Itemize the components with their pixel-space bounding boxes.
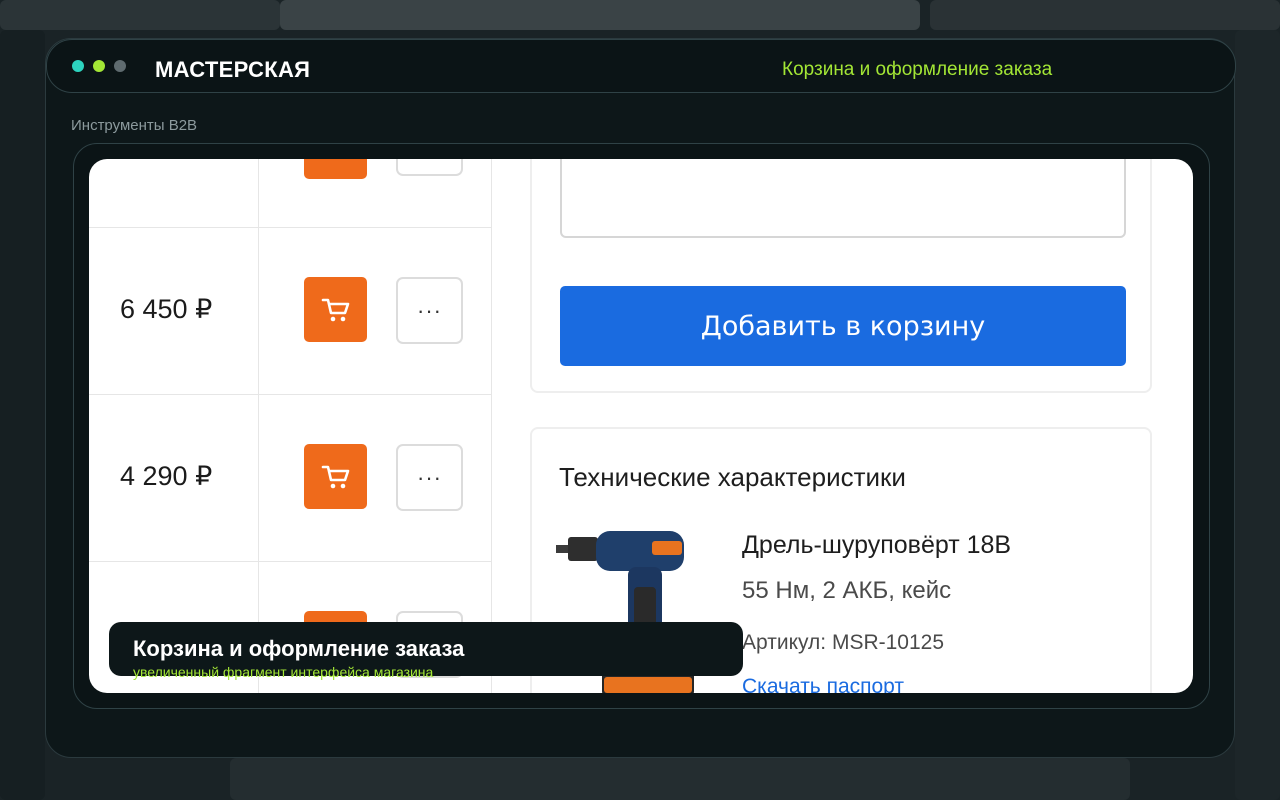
- section-label: Инструменты B2B: [71, 117, 198, 134]
- brand-title: МАСТЕРСКАЯ: [155, 57, 311, 82]
- more-options-button[interactable]: [396, 159, 463, 176]
- background-blur: [930, 0, 1280, 30]
- cart-icon: [321, 159, 351, 161]
- row-price: 4 290 ₽: [120, 461, 213, 491]
- add-to-cart-primary-button[interactable]: Добавить в корзину: [560, 286, 1126, 366]
- download-passport-link[interactable]: Скачать паспорт: [742, 675, 904, 693]
- caption-overlay: Корзина и оформление заказа увеличенный …: [109, 622, 743, 680]
- table-divider: [491, 159, 492, 693]
- cart-icon: [321, 298, 349, 321]
- cart-icon: [321, 465, 349, 488]
- background-blur: [280, 0, 920, 30]
- window-dot-gray[interactable]: [114, 60, 126, 72]
- title-bar: МАСТЕРСКАЯ Корзина и оформление заказа: [46, 39, 1236, 93]
- specs-heading: Технические характеристики: [559, 462, 906, 492]
- row-price: 6 450 ₽: [120, 294, 213, 324]
- product-specs: 55 Нм, 2 АКБ, кейс: [742, 577, 952, 604]
- table-divider: [258, 159, 259, 693]
- order-card: Добавить в корзину: [530, 159, 1152, 393]
- window-dot-green[interactable]: [93, 60, 105, 72]
- caption-subtitle: увеличенный фрагмент интерфейса магазина: [133, 664, 434, 680]
- product-name: Дрель-шуруповёрт 18В: [742, 531, 1012, 559]
- table-row-divider: [89, 561, 492, 562]
- background-blur: [0, 0, 280, 30]
- caption-title: Корзина и оформление заказа: [133, 636, 465, 661]
- order-comment-field[interactable]: [560, 159, 1126, 238]
- window-dot-teal[interactable]: [72, 60, 84, 72]
- add-to-cart-button[interactable]: [304, 159, 367, 179]
- background-blur: [0, 30, 45, 800]
- background-blur: [1235, 30, 1280, 800]
- cart-checkout-link[interactable]: Корзина и оформление заказа: [782, 59, 1052, 81]
- more-options-button[interactable]: ···: [396, 444, 463, 511]
- add-to-cart-button[interactable]: [304, 444, 367, 509]
- add-to-cart-button[interactable]: [304, 277, 367, 342]
- table-row-divider: [89, 394, 492, 395]
- preview-frame: 6 450 ₽ ··· 4 290 ₽ ··· Добавить в корзи…: [73, 143, 1210, 709]
- background-blur: [230, 758, 1130, 800]
- more-options-button[interactable]: ···: [396, 277, 463, 344]
- app-window: МАСТЕРСКАЯ Корзина и оформление заказа И…: [45, 38, 1236, 758]
- zoomed-screenshot: 6 450 ₽ ··· 4 290 ₽ ··· Добавить в корзи…: [89, 159, 1193, 693]
- product-sku: Артикул: MSR-10125: [742, 631, 945, 654]
- table-row-divider: [89, 227, 492, 228]
